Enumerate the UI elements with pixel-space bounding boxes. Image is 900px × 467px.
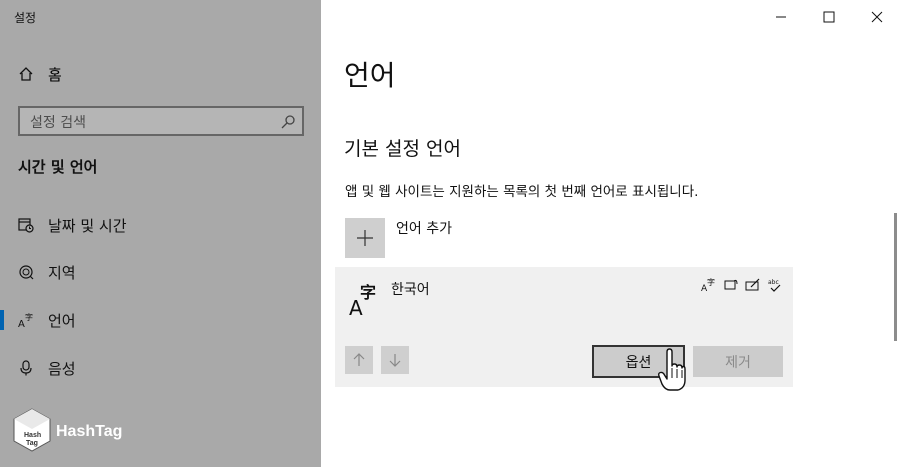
arrow-down-icon xyxy=(389,354,401,367)
close-icon xyxy=(871,11,883,23)
sidebar-item-region[interactable]: 지역 xyxy=(0,252,321,292)
svg-text:Tag: Tag xyxy=(26,440,38,447)
display-language-icon: A 字 xyxy=(701,277,715,293)
maximize-icon xyxy=(823,11,835,23)
sidebar-item-label: 지역 xyxy=(48,263,76,282)
svg-text:Hash: Hash xyxy=(24,432,41,439)
sidebar-item-label: 음성 xyxy=(48,359,76,378)
language-glyph-icon: A 字 xyxy=(349,283,376,317)
language-feature-icons: A 字 abc xyxy=(701,277,783,293)
sidebar-item-language[interactable]: A 字 언어 xyxy=(0,300,321,340)
minimize-icon xyxy=(776,16,786,18)
app-title: 설정 xyxy=(14,11,37,25)
cube-logo-icon: Hash Tag xyxy=(13,408,51,452)
search-icon[interactable] xyxy=(280,114,296,130)
move-down-button[interactable] xyxy=(381,346,409,374)
svg-text:字: 字 xyxy=(360,283,376,302)
language-list-item[interactable]: A 字 한국어 A 字 abc 옵션 제거 xyxy=(335,267,793,387)
sidebar-item-label: 날짜 및 시간 xyxy=(48,216,127,235)
add-language-button[interactable] xyxy=(345,218,385,258)
active-indicator xyxy=(0,310,4,330)
sidebar-item-date-time[interactable]: 날짜 및 시간 xyxy=(0,205,321,245)
globe-icon xyxy=(19,265,34,280)
home-icon xyxy=(19,67,33,81)
home-link[interactable]: 홈 xyxy=(18,62,62,86)
section-subtitle: 기본 설정 언어 xyxy=(344,138,461,160)
arrow-up-icon xyxy=(353,353,365,366)
svg-text:字: 字 xyxy=(25,312,33,322)
calendar-clock-icon xyxy=(18,218,34,233)
hand-cursor-icon xyxy=(658,348,686,391)
scrollbar-thumb[interactable] xyxy=(894,213,897,341)
search-placeholder: 설정 검색 xyxy=(30,115,86,131)
language-name: 한국어 xyxy=(391,282,430,298)
page-title: 언어 xyxy=(344,59,396,92)
sidebar-item-label: 언어 xyxy=(48,311,76,330)
microphone-icon xyxy=(20,360,32,376)
move-up-button[interactable] xyxy=(345,346,373,374)
logo-text: HashTag xyxy=(56,423,123,440)
home-label: 홈 xyxy=(48,65,62,84)
description-text: 앱 및 웹 사이트는 지원하는 목록의 첫 번째 언어로 표시됩니다. xyxy=(345,184,699,200)
svg-text:字: 字 xyxy=(707,277,715,287)
maximize-button[interactable] xyxy=(806,0,852,34)
svg-text:abc: abc xyxy=(768,279,779,286)
sidebar: 설정 홈 설정 검색 시간 및 언어 날짜 및 시간 지역 A 字 언어 음성 … xyxy=(0,0,321,467)
add-language-label[interactable]: 언어 추가 xyxy=(396,218,452,238)
sidebar-item-speech[interactable]: 음성 xyxy=(0,348,321,388)
speech-icon xyxy=(724,279,738,290)
plus-icon xyxy=(357,230,373,246)
spellcheck-icon: abc xyxy=(768,279,781,292)
settings-search-input[interactable]: 설정 검색 xyxy=(18,106,304,136)
hashtag-logo: Hash Tag HashTag xyxy=(12,407,132,457)
language-icon: A 字 xyxy=(18,312,33,328)
remove-button[interactable]: 제거 xyxy=(693,346,783,377)
close-button[interactable] xyxy=(854,0,900,34)
section-title: 시간 및 언어 xyxy=(18,158,98,176)
svg-text:A: A xyxy=(18,319,25,328)
handwriting-icon xyxy=(745,278,760,291)
minimize-button[interactable] xyxy=(758,0,804,34)
